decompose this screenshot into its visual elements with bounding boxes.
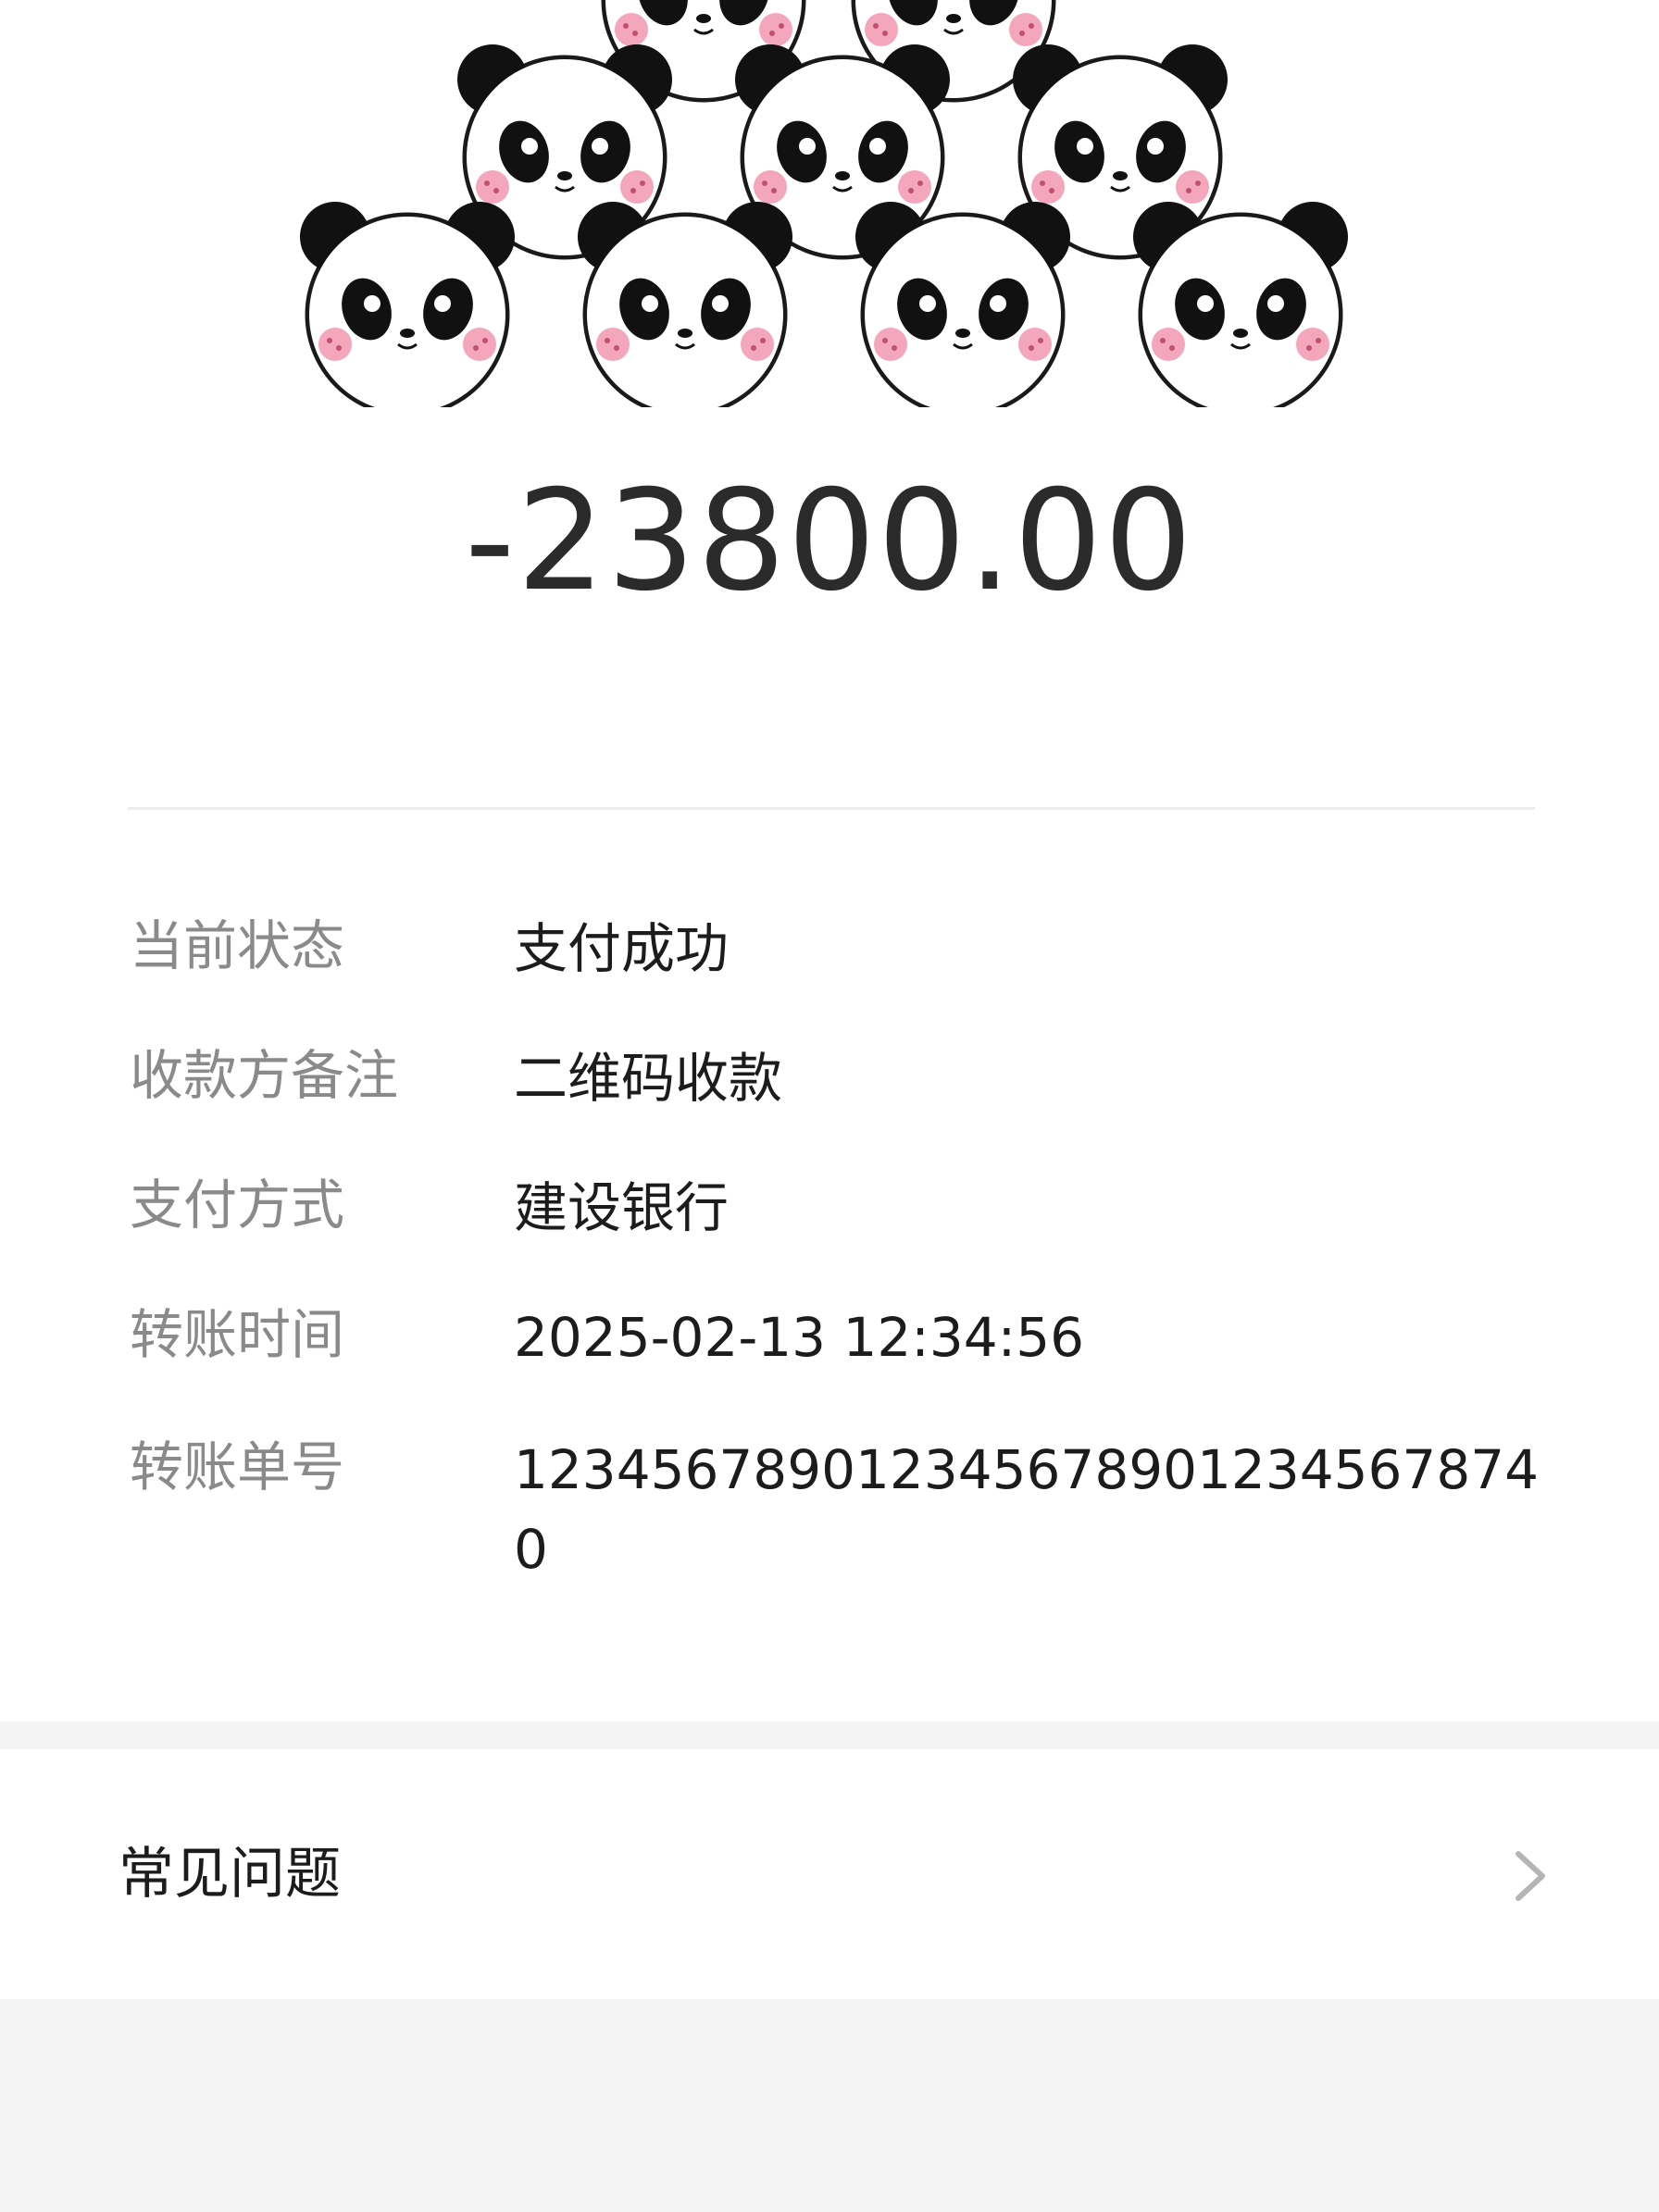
payment-detail-page: -23800.00 当前状态 支付成功 收款方备注 二维码收款 支付方式 建设银…	[0, 0, 1659, 2212]
detail-value: 二维码收款	[514, 1047, 783, 1110]
transaction-amount: -23800.00	[465, 461, 1194, 622]
detail-value: 2025-02-13 12:34:56	[514, 1306, 1084, 1369]
detail-value: 支付成功	[514, 917, 730, 980]
detail-label: 支付方式	[130, 1174, 345, 1236]
section-separator	[0, 1721, 1659, 1749]
chevron-right-icon	[1516, 1851, 1545, 1901]
panda-pattern-image	[0, 0, 1659, 435]
detail-label: 转账单号	[130, 1435, 345, 1498]
panda-banner	[0, 0, 1659, 435]
detail-row-payee-note: 收款方备注 二维码收款	[130, 1038, 1574, 1112]
divider	[128, 807, 1535, 810]
faq-row[interactable]: 常见问题	[0, 1749, 1659, 1999]
detail-value: 建设银行	[514, 1176, 730, 1239]
bottom-area	[0, 1999, 1659, 2212]
faq-label: 常见问题	[118, 1842, 341, 1907]
detail-label: 转账时间	[130, 1303, 345, 1366]
detail-row-transfer-number: 转账单号 1234567890123456789012345678740	[130, 1430, 1574, 1597]
detail-value: 1234567890123456789012345678740	[514, 1438, 1540, 1581]
detail-row-status: 当前状态 支付成功	[130, 909, 1574, 983]
detail-row-transfer-time: 转账时间 2025-02-13 12:34:56	[130, 1298, 1574, 1372]
detail-label: 当前状态	[130, 914, 345, 977]
detail-label: 收款方备注	[130, 1044, 399, 1107]
detail-row-payment-method: 支付方式 建设银行	[130, 1168, 1574, 1242]
